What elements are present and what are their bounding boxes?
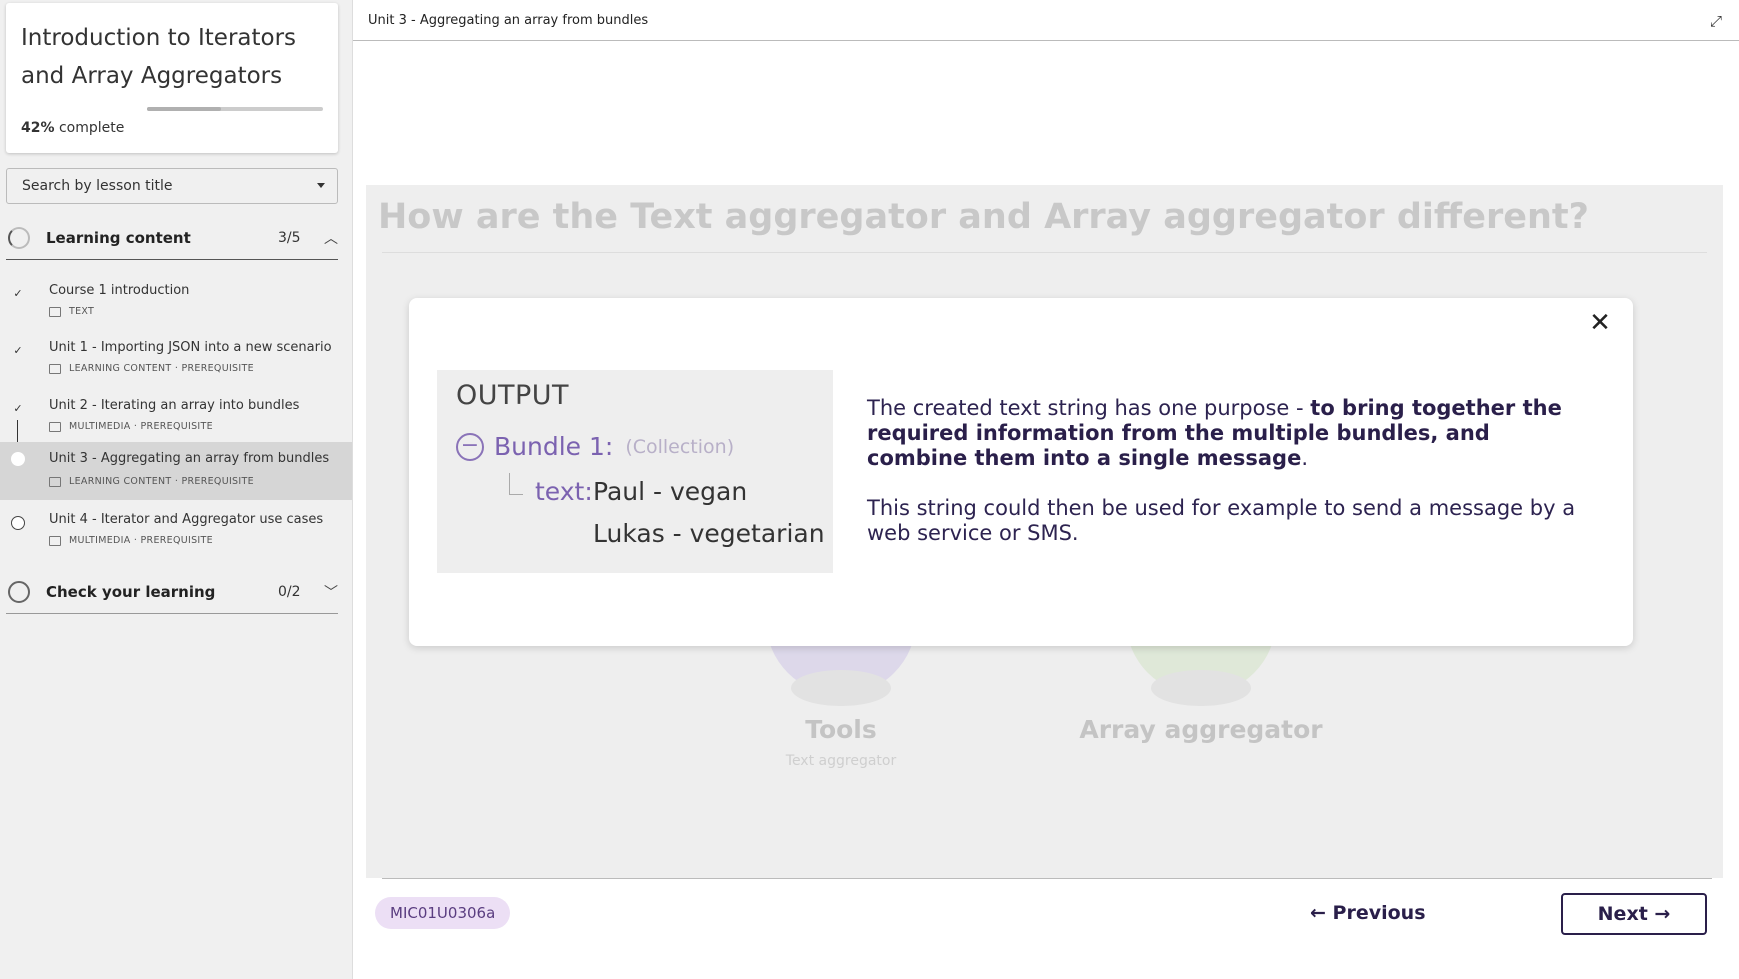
lesson-meta-text: LEARNING CONTENT · PREREQUISITE: [69, 363, 254, 374]
lesson-meta: TEXT: [49, 306, 94, 317]
tool-label: Tools: [805, 715, 877, 744]
document-icon: [49, 306, 61, 317]
output-key: text:: [535, 477, 593, 506]
current-lesson-icon: [11, 452, 25, 466]
explanation-paragraph: This string could then be used for examp…: [867, 496, 1576, 545]
tool-label: Array aggregator: [1079, 715, 1323, 744]
section-progress-icon: [8, 580, 30, 603]
section-label: Learning content: [46, 228, 191, 247]
lesson-meta: MULTIMEDIA · PREREQUISITE: [49, 535, 213, 546]
section-progress-icon: [8, 226, 30, 249]
lesson-item[interactable]: Unit 4 - Iterator and Aggregator use cas…: [0, 509, 352, 566]
bundle-label: Bundle 1:: [494, 432, 614, 461]
section-count: 3/5: [278, 229, 301, 246]
lesson-title: Course 1 introduction: [49, 283, 190, 298]
explanation-text: The created text string has one purpose …: [867, 396, 1587, 546]
footer-divider: [382, 878, 1712, 879]
explanation-paragraph: The created text string has one purpose …: [867, 396, 1587, 471]
lesson-title: Unit 1 - Importing JSON into a new scena…: [49, 340, 332, 355]
progress-percent: 42%: [21, 120, 55, 136]
lesson-item[interactable]: ✓ Unit 1 - Importing JSON into a new sce…: [0, 337, 352, 394]
chevron-up-icon: ︿: [324, 230, 338, 247]
lesson-meta: LEARNING CONTENT · PREREQUISITE: [49, 476, 254, 487]
check-icon: ✓: [13, 344, 23, 357]
previous-button[interactable]: ← Previous: [1310, 893, 1426, 933]
lesson-code-badge: MIC01U0306a: [375, 897, 511, 929]
lesson-title: Unit 2 - Iterating an array into bundles: [49, 398, 300, 413]
lesson-title: Unit 3 - Aggregating an array from bundl…: [49, 451, 330, 466]
section-label: Check your learning: [46, 582, 216, 601]
lesson-meta-text: LEARNING CONTENT · PREREQUISITE: [69, 476, 254, 487]
section-check-your-learning[interactable]: Check your learning 0/2 ﹀: [6, 570, 338, 614]
lesson-breadcrumb-title: Unit 3 - Aggregating an array from bundl…: [368, 12, 649, 28]
lesson-meta-text: MULTIMEDIA · PREREQUISITE: [69, 421, 213, 432]
divider: [382, 252, 1707, 253]
section-learning-content[interactable]: Learning content 3/5 ︿: [6, 216, 338, 260]
output-panel: OUTPUT − Bundle 1: (Collection) text: Pa…: [437, 370, 833, 573]
media-icon: [49, 476, 61, 487]
tree-connector: [509, 473, 523, 495]
check-icon: ✓: [13, 287, 23, 300]
explanation-end: .: [1301, 446, 1309, 470]
media-icon: [49, 421, 61, 432]
explanation-plain: The created text string has one purpose …: [867, 396, 1311, 420]
lesson-meta-text: TEXT: [69, 306, 95, 317]
lesson-meta: MULTIMEDIA · PREREQUISITE: [49, 421, 213, 432]
minus-circle-icon: −: [456, 432, 484, 461]
course-progress-bar: [147, 107, 323, 111]
section-count: 0/2: [278, 583, 301, 600]
graphic-shadow: [791, 670, 891, 706]
search-placeholder: Search by lesson title: [22, 178, 173, 194]
progress-text: 42% complete: [21, 120, 124, 136]
course-card: Introduction to Iterators and Array Aggr…: [6, 3, 338, 153]
lesson-meta: LEARNING CONTENT · PREREQUISITE: [49, 363, 254, 374]
output-value-line: Paul - vegan: [593, 477, 748, 506]
caret-down-icon: [317, 183, 325, 188]
output-value-line: Lukas - vegetarian: [593, 519, 825, 548]
lesson-main: Unit 3 - Aggregating an array from bundl…: [352, 0, 1739, 979]
progress-suffix: complete: [54, 120, 125, 136]
lesson-item-current[interactable]: Unit 3 - Aggregating an array from bundl…: [0, 442, 352, 500]
lesson-search-select[interactable]: Search by lesson title: [6, 168, 338, 204]
incomplete-icon: [11, 516, 25, 530]
graphic-shadow: [1151, 670, 1251, 706]
info-modal: ✕ OUTPUT − Bundle 1: (Collection) text: …: [409, 298, 1633, 646]
bundle-row: − Bundle 1: (Collection): [456, 432, 734, 461]
tool-sublabel: Text aggregator: [785, 753, 897, 769]
stage-heading: How are the Text aggregator and Array ag…: [378, 197, 1589, 237]
media-icon: [49, 535, 61, 546]
lesson-item[interactable]: ✓ Course 1 introduction TEXT: [0, 280, 352, 337]
lesson-topbar: Unit 3 - Aggregating an array from bundl…: [353, 0, 1739, 41]
lesson-meta-text: MULTIMEDIA · PREREQUISITE: [69, 535, 213, 546]
close-icon[interactable]: ✕: [1585, 308, 1615, 338]
check-icon: ✓: [13, 402, 23, 415]
course-progress-fill: [147, 107, 221, 111]
next-button[interactable]: Next →: [1561, 893, 1707, 935]
chevron-down-icon: ﹀: [324, 584, 338, 601]
course-title: Introduction to Iterators and Array Aggr…: [21, 25, 297, 89]
lesson-title: Unit 4 - Iterator and Aggregator use cas…: [49, 512, 324, 527]
expand-icon[interactable]: ⤢: [1710, 12, 1722, 30]
bundle-type: (Collection): [625, 435, 735, 458]
media-icon: [49, 363, 61, 374]
course-sidebar: Introduction to Iterators and Array Aggr…: [0, 0, 352, 979]
output-title: OUTPUT: [456, 380, 570, 411]
